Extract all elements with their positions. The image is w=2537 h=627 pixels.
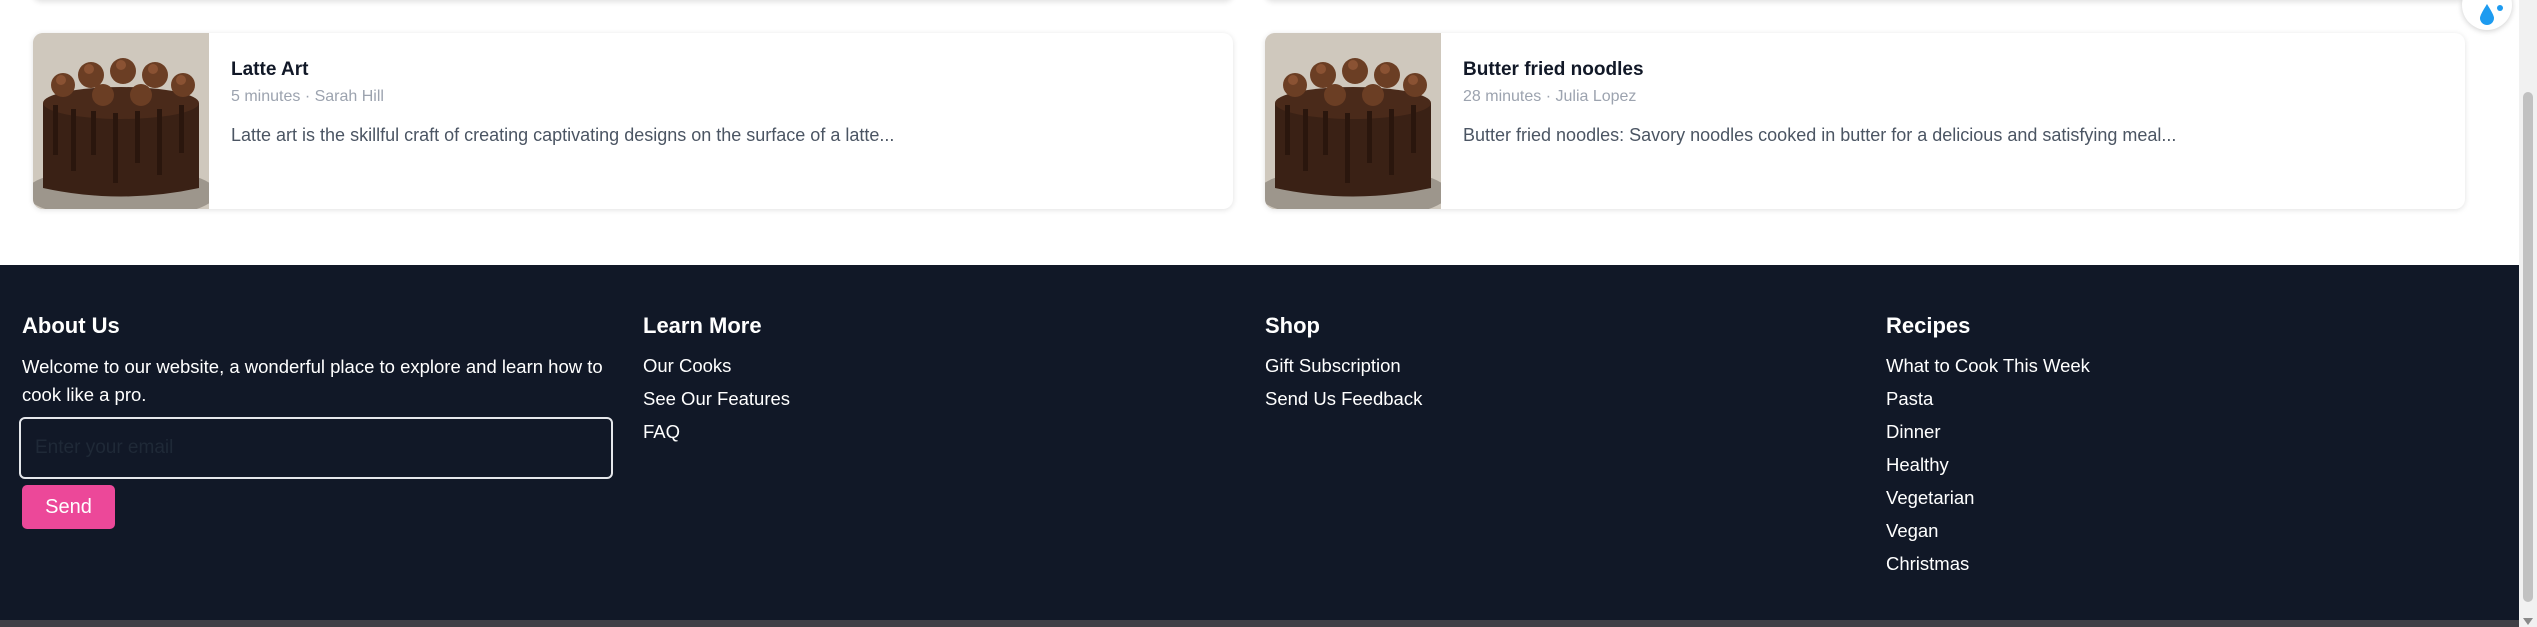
recipe-card[interactable]: Latte Art 5 minutes · Sarah Hill Latte a… xyxy=(33,33,1233,209)
footer-link[interactable]: Christmas xyxy=(1886,550,2090,583)
footer-heading: Shop xyxy=(1265,313,1320,338)
recipe-card[interactable]: Butter fried noodles 28 minutes · Julia … xyxy=(1265,33,2465,209)
footer-shop: Shop Gift Subscription Send Us Feedback xyxy=(1265,313,1422,418)
footer-link[interactable]: What to Cook This Week xyxy=(1886,352,2090,385)
card-body: Latte Art 5 minutes · Sarah Hill Latte a… xyxy=(209,33,916,209)
water-drop-icon[interactable] xyxy=(2462,0,2512,30)
page-viewport: Latte Art 5 minutes · Sarah Hill Latte a… xyxy=(0,0,2519,627)
send-button[interactable]: Send xyxy=(22,485,115,529)
card-meta: 28 minutes · Julia Lopez xyxy=(1463,88,1637,105)
card-body: Butter fried noodles 28 minutes · Julia … xyxy=(1441,33,2198,209)
footer-heading: Learn More xyxy=(643,313,762,338)
scrollbar-thumb[interactable] xyxy=(2523,92,2533,602)
footer-link[interactable]: FAQ xyxy=(643,418,790,451)
footer-recipes: Recipes What to Cook This Week Pasta Din… xyxy=(1886,313,2090,583)
bottom-border xyxy=(0,620,2519,627)
footer-link[interactable]: Pasta xyxy=(1886,385,2090,418)
footer-link[interactable]: Send Us Feedback xyxy=(1265,385,1422,418)
card-title[interactable]: Butter fried noodles xyxy=(1463,59,2176,81)
footer-heading: Recipes xyxy=(1886,313,1971,338)
scroll-down-arrow-icon[interactable] xyxy=(2523,618,2533,625)
footer-link[interactable]: Healthy xyxy=(1886,451,2090,484)
card-description: Butter fried noodles: Savory noodles coo… xyxy=(1463,125,2177,145)
footer-link[interactable]: Our Cooks xyxy=(643,352,790,385)
scrollbar[interactable] xyxy=(2519,0,2537,627)
footer-link[interactable]: Vegetarian xyxy=(1886,484,2090,517)
card-description: Latte art is the skillful craft of creat… xyxy=(231,125,895,145)
card-meta: 5 minutes · Sarah Hill xyxy=(231,88,384,105)
card-title[interactable]: Latte Art xyxy=(231,59,894,81)
site-footer: About Us Welcome to our website, a wonde… xyxy=(0,265,2519,627)
footer-about-text: Welcome to our website, a wonderful plac… xyxy=(22,356,603,405)
footer-link[interactable]: Dinner xyxy=(1886,418,2090,451)
footer-link[interactable]: Gift Subscription xyxy=(1265,352,1422,385)
footer-link[interactable]: Vegan xyxy=(1886,517,2090,550)
recipe-image xyxy=(33,33,209,209)
footer-link[interactable]: See Our Features xyxy=(643,385,790,418)
footer-about: About Us Welcome to our website, a wonde… xyxy=(22,313,622,409)
recipe-image xyxy=(1265,33,1441,209)
footer-learn-more: Learn More Our Cooks See Our Features FA… xyxy=(643,313,790,451)
email-input[interactable] xyxy=(19,417,613,479)
footer-heading: About Us xyxy=(22,313,120,338)
